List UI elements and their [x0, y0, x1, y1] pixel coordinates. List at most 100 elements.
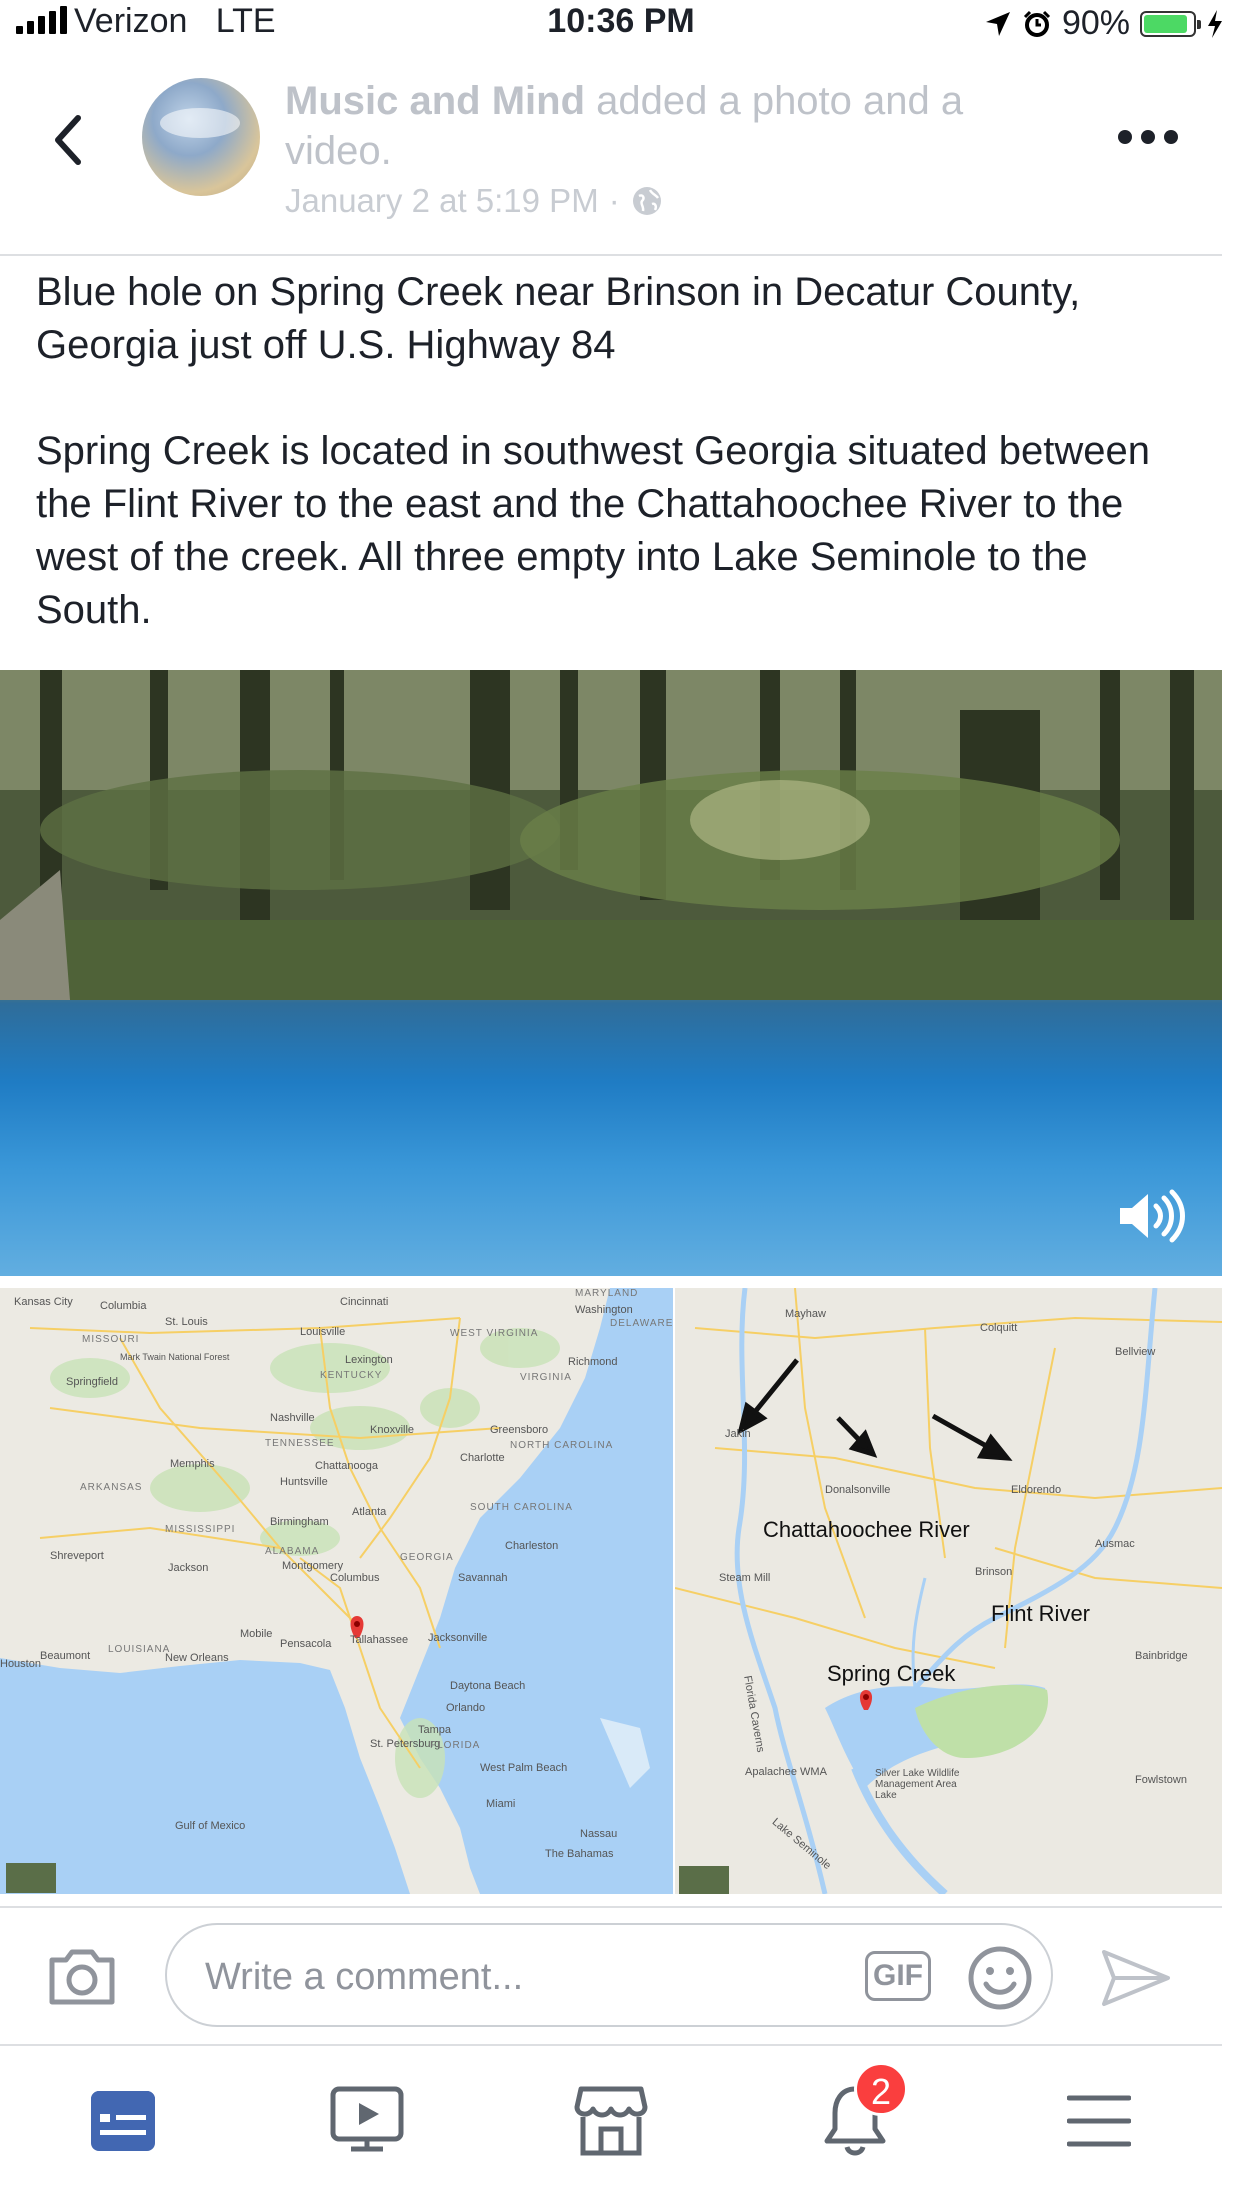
map-label: Columbus — [330, 1572, 380, 1584]
map-label: Mark Twain National Forest — [120, 1352, 230, 1362]
map-label: DELAWARE — [610, 1318, 674, 1329]
map-label: Savannah — [458, 1572, 508, 1584]
map-label: FLORIDA — [430, 1740, 481, 1751]
map-label: Orlando — [446, 1702, 486, 1714]
send-icon[interactable] — [1100, 1948, 1172, 2008]
map-label: Gulf of Mexico — [175, 1820, 246, 1832]
map-label: Fowlstown — [1135, 1774, 1187, 1786]
map-label: Miami — [486, 1798, 516, 1810]
post-date[interactable]: January 2 at 5:19 PM — [285, 182, 599, 220]
back-arrow-icon[interactable] — [48, 110, 88, 170]
map-label: Jakin — [725, 1428, 751, 1440]
more-options-button[interactable] — [1118, 130, 1178, 144]
map-label: ALABAMA — [265, 1546, 320, 1557]
map-label: Silver Lake Wildlife Management Area Lak… — [875, 1768, 960, 1801]
map-label: Tallahassee — [350, 1634, 409, 1646]
battery-icon — [1140, 10, 1201, 37]
globe-icon — [632, 187, 661, 215]
map-label: Birmingham — [270, 1516, 329, 1528]
spring-creek-label: Spring Creek — [827, 1661, 956, 1686]
flint-river-label: Flint River — [991, 1601, 1091, 1626]
map-label: Houston — [0, 1658, 41, 1670]
news-feed-icon — [91, 2091, 155, 2151]
tab-notifications[interactable]: 2 — [810, 2062, 908, 2166]
post-paragraph: Blue hole on Spring Creek near Brinson i… — [36, 270, 1081, 367]
map-label: Kansas City — [14, 1296, 73, 1308]
status-bar: Verizon LTE 10:36 PM 90% — [0, 0, 1242, 44]
map-label: Daytona Beach — [450, 1680, 526, 1692]
map-label: Nassau — [580, 1828, 618, 1840]
map-label: The Bahamas — [545, 1848, 614, 1860]
map-label: MISSISSIPPI — [165, 1524, 236, 1535]
map-label: Montgomery — [282, 1560, 344, 1572]
southeast-us-map: Kansas City Columbia St. Louis MISSOURI … — [0, 1288, 675, 1894]
map-label: Lexington — [345, 1354, 393, 1366]
map-label: Apalachee WMA — [745, 1766, 827, 1778]
battery-percent: 90% — [1061, 4, 1130, 42]
map-label: Louisville — [300, 1326, 346, 1338]
map-label: Ausmac — [1095, 1538, 1135, 1550]
map-label: Huntsville — [280, 1476, 328, 1488]
sticker-smiley-icon[interactable] — [967, 1945, 1033, 2011]
map-label: Eldorendo — [1011, 1484, 1062, 1496]
map-label: MARYLAND — [575, 1288, 639, 1299]
map-label: St. Louis — [165, 1316, 208, 1328]
map-label: Steam Mill — [719, 1572, 771, 1584]
map-label: Beaumont — [40, 1650, 91, 1662]
map-label: TENNESSEE — [265, 1438, 335, 1449]
map-label: Jackson — [168, 1562, 209, 1574]
volume-icon[interactable] — [1116, 1186, 1186, 1246]
map-label: Chattanooga — [315, 1460, 378, 1472]
map-label: Columbia — [100, 1300, 147, 1312]
comment-bar: GIF — [0, 1906, 1222, 2046]
map-label: Charlotte — [460, 1452, 505, 1464]
map-label: Cincinnati — [340, 1296, 389, 1308]
notifications-badge: 2 — [854, 2062, 908, 2116]
map-label: New Orleans — [165, 1652, 229, 1664]
map-label: Greensboro — [490, 1424, 549, 1436]
map-label: SOUTH CAROLINA — [470, 1502, 573, 1513]
map-label: MISSOURI — [82, 1334, 140, 1345]
post-headline: Music and Mind added a photo and a video… — [285, 76, 1045, 176]
comment-input-wrapper: GIF — [165, 1923, 1053, 2027]
watch-video-icon — [330, 2086, 404, 2152]
map-label: WEST VIRGINIA — [450, 1328, 539, 1339]
charging-bolt-icon — [1208, 9, 1222, 38]
forest-background — [0, 670, 1222, 1000]
map-label: Knoxville — [370, 1424, 415, 1436]
location-arrow-icon — [985, 11, 1010, 36]
tab-watch[interactable] — [322, 2076, 412, 2166]
map-label: Springfield — [66, 1376, 118, 1388]
map-label: Memphis — [170, 1458, 215, 1470]
author-avatar[interactable] — [142, 78, 260, 196]
gif-button[interactable]: GIF — [865, 1951, 931, 2001]
map-label: Shreveport — [50, 1550, 104, 1562]
alarm-clock-icon — [1023, 10, 1050, 37]
tab-news-feed[interactable] — [78, 2076, 168, 2166]
camera-icon[interactable] — [46, 1946, 118, 2008]
map-label: KENTUCKY — [320, 1370, 383, 1381]
map-image[interactable]: Kansas City Columbia St. Louis MISSOURI … — [0, 1288, 1222, 1894]
post-meta: January 2 at 5:19 PM · — [285, 182, 664, 220]
map-label: Pensacola — [280, 1638, 332, 1650]
map-label: Mobile — [240, 1628, 273, 1640]
map-label: ARKANSAS — [80, 1482, 143, 1493]
map-label: Charleston — [505, 1540, 559, 1552]
map-label: Bellview — [1115, 1346, 1156, 1358]
video-player[interactable] — [0, 670, 1222, 1276]
author-name[interactable]: Music and Mind — [285, 79, 585, 123]
map-label: Brinson — [975, 1566, 1013, 1578]
tab-marketplace[interactable] — [566, 2076, 656, 2166]
chattahoochee-river-label: Chattahoochee River — [763, 1517, 970, 1542]
spring-creek-map: Chattahoochee River Flint River Spring C… — [675, 1288, 1222, 1894]
map-label: Donalsonville — [825, 1484, 891, 1496]
marketplace-icon — [574, 2086, 648, 2156]
map-label: West Palm Beach — [480, 1762, 568, 1774]
hamburger-menu-icon — [1067, 2095, 1131, 2147]
tab-menu[interactable] — [1054, 2076, 1144, 2166]
map-label: Atlanta — [352, 1506, 387, 1518]
post-header: Music and Mind added a photo and a video… — [0, 60, 1222, 256]
map-label: VIRGINIA — [520, 1372, 572, 1383]
comment-input[interactable] — [203, 1951, 807, 2003]
map-label: Tampa — [418, 1724, 452, 1736]
